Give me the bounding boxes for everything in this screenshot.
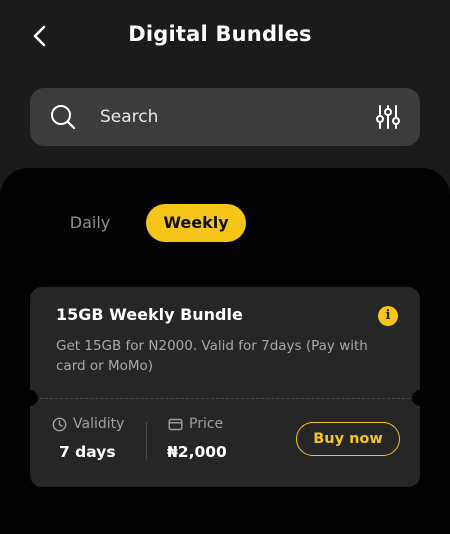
search-icon: [51, 105, 76, 130]
wallet-icon: [168, 418, 183, 430]
dashed-divider: [40, 398, 410, 399]
buy-now-button[interactable]: Buy now: [296, 422, 400, 456]
info-icon[interactable]: i: [378, 306, 398, 326]
meta-separator: [146, 422, 147, 460]
price-label: Price: [168, 416, 223, 432]
price-label-text: Price: [189, 416, 224, 432]
bundle-description: Get 15GB for N2000. Valid for 7days (Pay…: [56, 338, 368, 374]
bundle-title: 15GB Weekly Bundle: [56, 305, 243, 324]
app-header: Digital Bundles: [0, 0, 450, 80]
search-bar[interactable]: [30, 88, 420, 146]
validity-value: 7 days: [59, 443, 116, 461]
tab-weekly[interactable]: Weekly: [146, 204, 246, 242]
card-notch-left: [22, 390, 38, 406]
price-value: ₦2,000: [167, 443, 227, 461]
tab-daily[interactable]: Daily: [54, 204, 126, 242]
page-title: Digital Bundles: [128, 22, 312, 46]
sliders-icon[interactable]: [374, 103, 402, 131]
card-notch-right: [412, 390, 428, 406]
validity-label: Validity: [52, 416, 124, 432]
validity-label-text: Validity: [73, 416, 125, 432]
search-input[interactable]: [100, 104, 350, 130]
clock-icon: [52, 417, 67, 431]
